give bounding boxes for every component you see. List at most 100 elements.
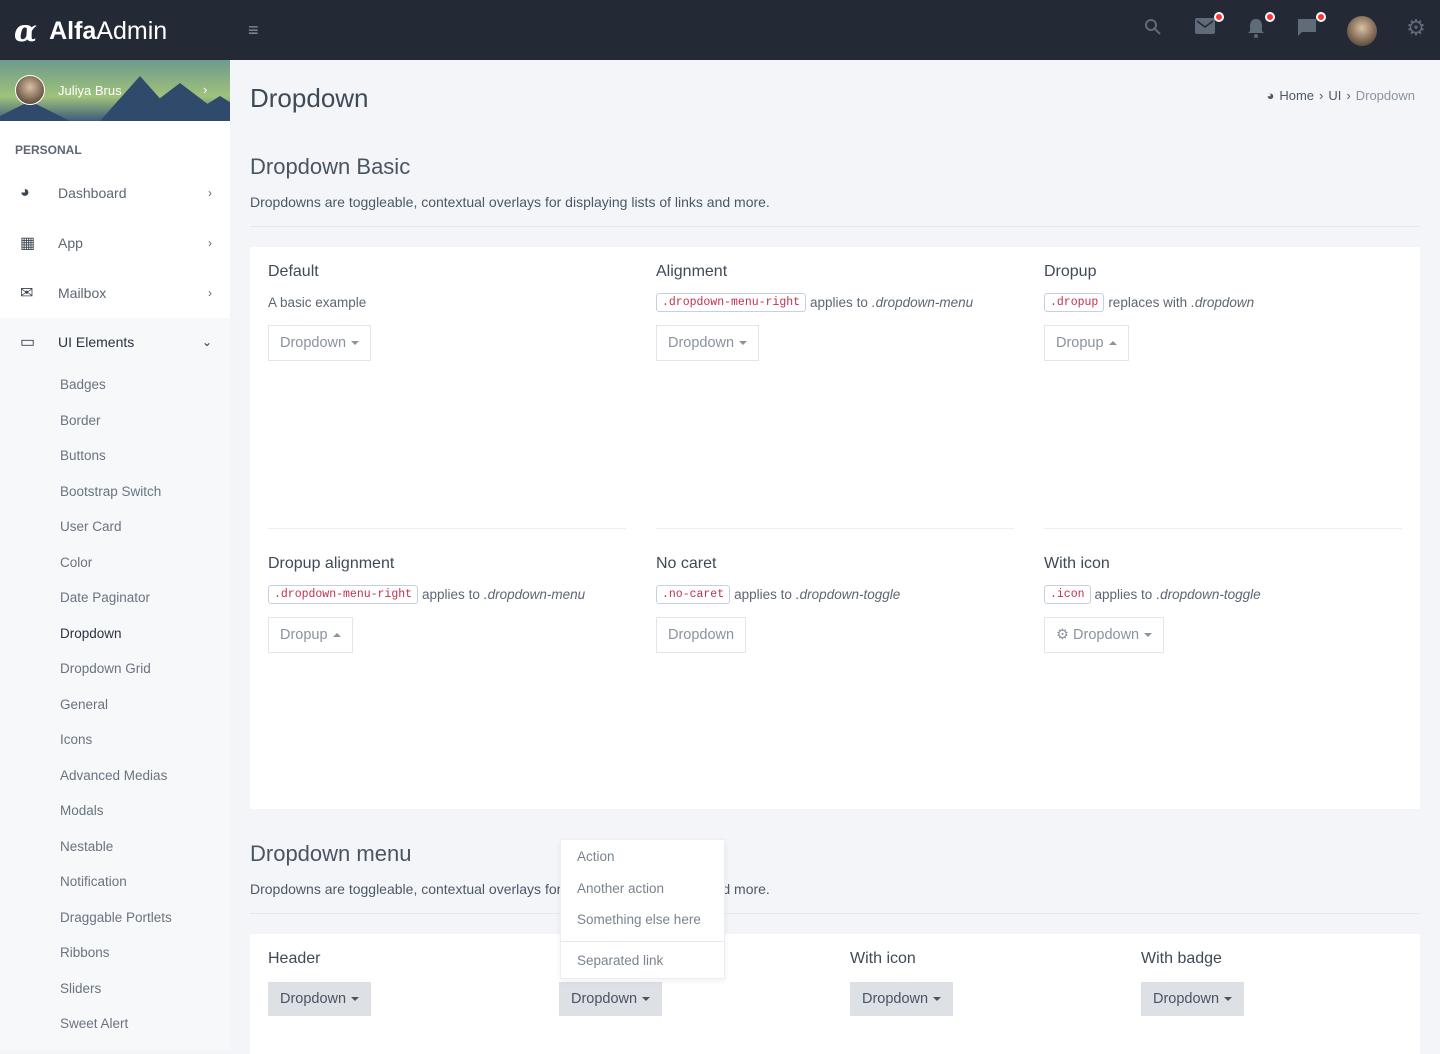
breadcrumb-ui[interactable]: UI xyxy=(1328,88,1341,103)
cell-title: With icon xyxy=(1044,555,1110,572)
example-cell: With icon .icon applies to .dropdown-toggle… xyxy=(1044,555,1402,653)
basic-card: Default A basic example Dropdown Alignment.… xyxy=(250,247,1420,809)
chevron-right-icon: › xyxy=(203,82,208,97)
text: applies to xyxy=(810,294,868,310)
laptop-icon: ▭ xyxy=(20,334,36,351)
bell-icon[interactable] xyxy=(1245,12,1275,40)
chevron-right-icon: › xyxy=(208,186,212,200)
breadcrumb: ◕ Home › UI › Dropdown xyxy=(1266,88,1416,103)
sidebar-item-label: Dashboard xyxy=(58,185,127,201)
cell-title: Alignment xyxy=(656,263,728,280)
submenu-item[interactable]: Nestable xyxy=(60,839,113,854)
submenu-item[interactable]: Sliders xyxy=(60,981,101,996)
button-label: Dropdown xyxy=(280,335,347,351)
section-title: Dropdown Basic xyxy=(250,154,411,179)
sidebar-item-mailbox[interactable]: ✉ Mailbox › xyxy=(0,268,230,318)
section-label: PERSONAL xyxy=(15,143,82,157)
dropdown-button[interactable]: ⚙ Dropdown xyxy=(1044,617,1165,653)
sidebar-item-ui-elements[interactable]: ▭ UI Elements ⌄ xyxy=(0,317,230,367)
menu-item-something-else[interactable]: Something else here xyxy=(577,912,701,927)
code-badge: .dropup xyxy=(1044,292,1105,312)
submenu-item[interactable]: Sweet Alert xyxy=(60,1016,128,1031)
dashboard-icon: ◕ xyxy=(1266,88,1275,103)
submenu-item[interactable]: Bootstrap Switch xyxy=(60,484,161,499)
submenu-item[interactable]: User Card xyxy=(60,519,122,534)
menu-item-action[interactable]: Action xyxy=(577,849,615,864)
submenu-item[interactable]: Ribbons xyxy=(60,945,110,960)
topbar: α AlfaAdmin ≡ ⚙ xyxy=(0,0,1440,60)
submenu-item[interactable]: Icons xyxy=(60,732,92,747)
class-name: .dropdown xyxy=(1191,294,1255,310)
submenu-item[interactable]: Notification xyxy=(60,874,127,889)
chat-icon[interactable] xyxy=(1296,12,1326,40)
submenu-item[interactable]: Dropdown Grid xyxy=(60,661,151,676)
sidebar-item-label: App xyxy=(58,235,83,251)
text: A basic example xyxy=(268,294,367,310)
breadcrumb-home[interactable]: Home xyxy=(1279,88,1314,103)
submenu-item[interactable]: Dropdown xyxy=(60,626,122,641)
submenu-item[interactable]: Color xyxy=(60,555,92,570)
section-title: Dropdown menu xyxy=(250,841,412,866)
dropdown-button[interactable]: Dropdown xyxy=(1141,982,1245,1016)
caret-icon xyxy=(739,341,748,346)
search-icon[interactable] xyxy=(1142,18,1164,40)
example-cell: Dropup alignment .dropdown-menu-right appl… xyxy=(268,555,626,653)
class-name: .dropdown-toggle xyxy=(1156,586,1261,602)
dropdown-button[interactable]: Dropdown xyxy=(850,982,954,1016)
mail-icon[interactable] xyxy=(1194,12,1224,40)
menu-icon[interactable]: ≡ xyxy=(248,20,259,41)
dropdown-menu: Action Another action Something else her… xyxy=(560,839,725,979)
submenu-item[interactable]: Modals xyxy=(60,803,104,818)
notification-dot xyxy=(1265,12,1275,22)
gear-icon[interactable]: ⚙ xyxy=(1405,15,1427,40)
caret-icon xyxy=(933,997,942,1002)
notification-dot xyxy=(1214,12,1224,22)
class-name: .dropdown-menu xyxy=(871,294,974,310)
dropdown-button[interactable]: Dropdown xyxy=(559,982,663,1016)
code-badge: .dropdown-menu-right xyxy=(656,292,807,312)
submenu-item[interactable]: Draggable Portlets xyxy=(60,910,172,925)
sidebar-item-app[interactable]: ▦ App › xyxy=(0,218,230,268)
dropdown-button[interactable]: Dropdown xyxy=(656,325,760,361)
page-title: Dropdown xyxy=(250,83,369,113)
menu-item-another-action[interactable]: Another action xyxy=(577,881,664,896)
dropdown-button[interactable]: Dropup xyxy=(268,617,353,653)
caret-icon xyxy=(351,341,360,346)
text: applies to xyxy=(422,586,480,602)
brand-light: Admin xyxy=(96,17,168,45)
cell-title: Dropup xyxy=(1044,263,1097,280)
dropdown-button[interactable]: Dropdown xyxy=(268,982,372,1016)
dropdown-button[interactable]: Dropdown xyxy=(656,617,747,653)
dropdown-button[interactable]: Dropdown xyxy=(268,325,372,361)
button-label: Dropdown xyxy=(668,335,735,351)
button-label: Dropdown xyxy=(571,991,638,1007)
user-panel[interactable]: Juliya Brus › xyxy=(0,60,230,121)
submenu-item[interactable]: Buttons xyxy=(60,448,106,463)
code-badge: .icon xyxy=(1044,584,1091,604)
code-badge: .dropdown-menu-right xyxy=(268,584,419,604)
brand-bold: Alfa xyxy=(49,17,97,45)
sidebar-item-label: UI Elements xyxy=(58,334,135,350)
code-badge: .no-caret xyxy=(656,584,731,604)
chevron-right-icon: › xyxy=(208,286,212,300)
button-label: Dropdown xyxy=(280,991,347,1007)
cell-title: Default xyxy=(268,263,319,280)
dropdown-button[interactable]: Dropup xyxy=(1044,325,1129,361)
submenu-item[interactable]: Badges xyxy=(60,377,106,392)
submenu-item[interactable]: General xyxy=(60,697,108,712)
logo[interactable]: α AlfaAdmin xyxy=(14,14,167,49)
submenu-item[interactable]: Date Paginator xyxy=(60,590,150,605)
avatar xyxy=(15,75,45,105)
breadcrumb-current: Dropdown xyxy=(1355,88,1415,103)
submenu-item[interactable]: Border xyxy=(60,413,101,428)
menu-item-separated-link[interactable]: Separated link xyxy=(577,953,663,968)
button-label: Dropup xyxy=(280,627,328,643)
divider xyxy=(656,528,1014,529)
submenu-item[interactable]: Advanced Medias xyxy=(60,768,167,783)
menu-card: Header Dropdown Dropdown With icon Dropdown W… xyxy=(250,934,1420,1054)
sidebar-item-dashboard[interactable]: ◕ Dashboard › xyxy=(0,168,230,218)
avatar[interactable] xyxy=(1347,16,1377,46)
mail-icon: ✉ xyxy=(20,285,34,302)
button-label: Dropdown xyxy=(862,991,929,1007)
chevron-right-icon: › xyxy=(208,236,212,250)
